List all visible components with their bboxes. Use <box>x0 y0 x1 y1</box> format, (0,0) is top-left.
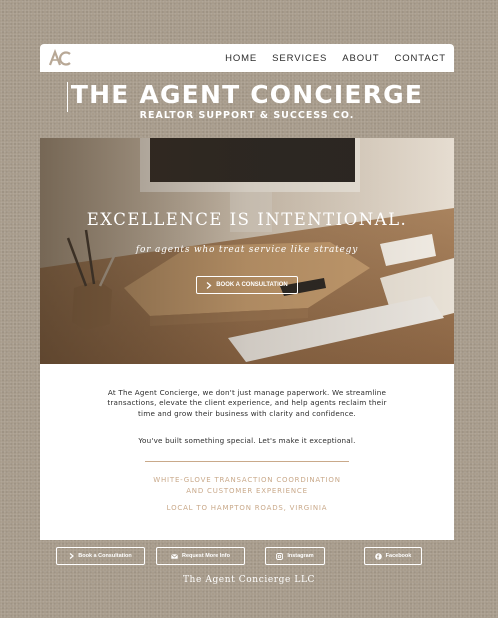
section-divider <box>145 461 349 462</box>
closing-line: You've built something special. Let's ma… <box>138 436 356 445</box>
facebook-icon <box>374 552 382 560</box>
instagram-icon <box>276 552 284 560</box>
book-consultation-label: BOOK A CONSULTATION <box>216 282 288 288</box>
hero-banner: EXCELLENCE IS INTENTIONAL. for agents wh… <box>40 138 454 364</box>
ac-logo-icon <box>48 49 71 66</box>
site-title: THE AGENT CONCIERGE <box>70 80 424 109</box>
book-consultation-button[interactable]: BOOK A CONSULTATION <box>196 276 298 294</box>
footer-book-consultation-label: Book a Consultation <box>78 553 132 559</box>
chevron-right-icon <box>69 553 75 559</box>
brand-logo[interactable] <box>48 48 72 68</box>
footer-request-info-button[interactable]: Request More Info <box>156 547 245 565</box>
footer-instagram-label: Instagram <box>287 553 314 559</box>
service-line-1: WHITE-GLOVE TRANSACTION COORDINATION <box>153 476 341 484</box>
footer-request-info-label: Request More Info <box>182 553 230 559</box>
top-navbar: HOME SERVICES ABOUT CONTACT <box>40 44 454 72</box>
hero-headline: EXCELLENCE IS INTENTIONAL. <box>86 210 408 229</box>
footer-facebook-button[interactable]: Facebook <box>364 547 422 565</box>
intro-paragraph: At The Agent Concierge, we don't just ma… <box>107 388 387 418</box>
nav-link-services[interactable]: SERVICES <box>272 53 327 64</box>
hero-tagline: for agents who treat service like strate… <box>135 245 359 255</box>
nav-links: HOME SERVICES ABOUT CONTACT <box>225 53 446 64</box>
nav-link-about[interactable]: ABOUT <box>342 53 379 64</box>
footer-facebook-label: Facebook <box>385 553 412 559</box>
email-icon <box>171 553 178 559</box>
copyright-text: The Agent Concierge LLC <box>182 575 316 585</box>
nav-link-contact[interactable]: CONTACT <box>394 53 446 64</box>
service-line-2: AND CUSTOMER EXPERIENCE <box>186 487 308 495</box>
footer-instagram-button[interactable]: Instagram <box>265 547 325 565</box>
location-line: LOCAL TO HAMPTON ROADS, VIRGINIA <box>166 504 328 512</box>
site-subtitle: REALTOR SUPPORT & SUCCESS CO. <box>139 110 355 121</box>
nav-link-home[interactable]: HOME <box>225 53 257 64</box>
footer-book-consultation-button[interactable]: Book a Consultation <box>56 547 145 565</box>
content-panel: At The Agent Concierge, we don't just ma… <box>40 364 454 540</box>
chevron-right-icon <box>206 281 212 289</box>
